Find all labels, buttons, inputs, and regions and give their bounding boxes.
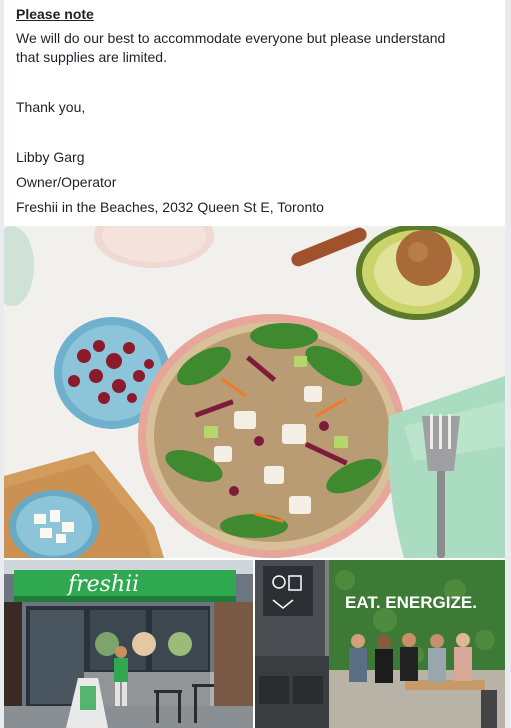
post-line-2: that supplies are limited. <box>16 49 167 65</box>
facebook-post: Please note We will do our best to accom… <box>4 0 505 728</box>
post-line-1: We will do our best to accommodate every… <box>16 30 446 46</box>
team-interior-image: EAT. ENERGIZE. <box>255 560 505 728</box>
storefront-sign-text: freshii <box>66 572 139 597</box>
salad-bowl-image <box>4 226 505 558</box>
salad-bowl-photo[interactable] <box>4 226 505 558</box>
storefront-photo[interactable]: freshii <box>4 560 253 728</box>
team-interior-photo[interactable]: EAT. ENERGIZE. <box>255 560 505 728</box>
storefront-image: freshii <box>4 560 253 728</box>
author-name: Libby Garg <box>16 149 85 165</box>
note-heading: Please note <box>16 6 94 22</box>
wall-slogan-text: EAT. ENERGIZE. <box>345 593 477 612</box>
post-thanks: Thank you, <box>16 99 86 115</box>
author-location: Freshii in the Beaches, 2032 Queen St E,… <box>16 199 324 215</box>
author-role: Owner/Operator <box>16 174 117 190</box>
